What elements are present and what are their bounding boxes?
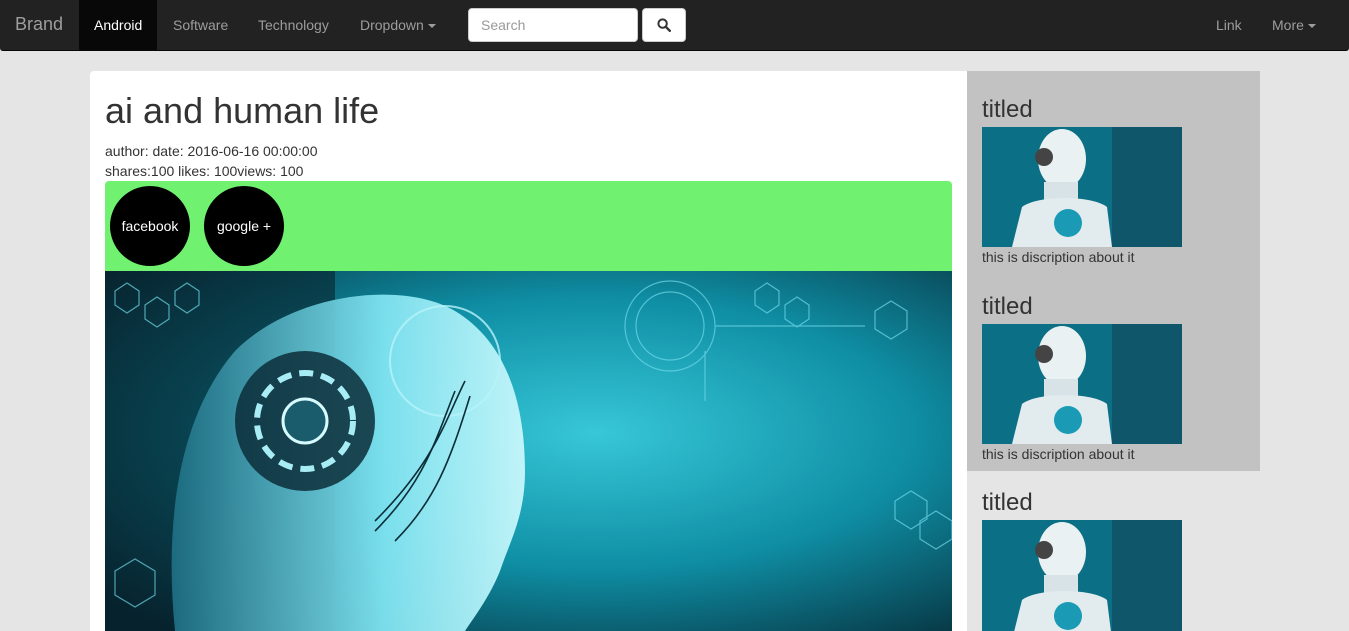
sidebar-item-title: titled: [982, 489, 1033, 516]
sidebar-item[interactable]: titled: [982, 482, 1242, 631]
nav-item-more-label: More: [1272, 17, 1304, 33]
sidebar-item[interactable]: titled this is discription about it: [982, 286, 1242, 462]
sidebar-item[interactable]: titled this is discription about it: [982, 89, 1242, 265]
sidebar-item-thumbnail: [982, 127, 1182, 247]
share-bar: facebook google +: [105, 181, 952, 271]
caret-down-icon: [427, 24, 436, 29]
nav-item-dropdown[interactable]: Dropdown: [345, 0, 451, 50]
sidebar-item-thumbnail: [982, 520, 1182, 631]
article-title: ai and human life: [105, 90, 380, 131]
facebook-share-button[interactable]: facebook: [110, 186, 190, 266]
nav-item-android[interactable]: Android: [79, 0, 158, 50]
brand-link[interactable]: Brand: [15, 14, 63, 35]
google-plus-share-button[interactable]: google +: [204, 186, 284, 266]
search-icon: [657, 18, 671, 32]
nav-item-link[interactable]: Link: [1201, 0, 1257, 50]
sidebar-item-description: this is discription about it: [982, 249, 1135, 265]
search-input[interactable]: [468, 8, 638, 42]
search-button[interactable]: [642, 8, 686, 42]
sidebar: titled this is discription about it titl…: [967, 71, 1260, 631]
sidebar-item-title: titled: [982, 293, 1033, 320]
article-meta-stats: shares:100 likes: 100views: 100: [105, 163, 304, 179]
article-meta-author-date: author: date: 2016-06-16 00:00:00: [105, 143, 318, 159]
navbar: Brand Android Software Technology Dropdo…: [0, 0, 1349, 51]
nav-item-more[interactable]: More: [1257, 0, 1331, 50]
sidebar-item-thumbnail: [982, 324, 1182, 444]
nav-item-software[interactable]: Software: [158, 0, 243, 50]
nav-item-technology[interactable]: Technology: [243, 0, 344, 50]
caret-down-icon: [1307, 24, 1316, 29]
sidebar-item-title: titled: [982, 96, 1033, 123]
article-panel: ai and human life author: date: 2016-06-…: [90, 71, 967, 631]
nav-item-dropdown-label: Dropdown: [360, 17, 424, 33]
article-hero-image: [105, 271, 952, 631]
sidebar-item-description: this is discription about it: [982, 446, 1135, 462]
